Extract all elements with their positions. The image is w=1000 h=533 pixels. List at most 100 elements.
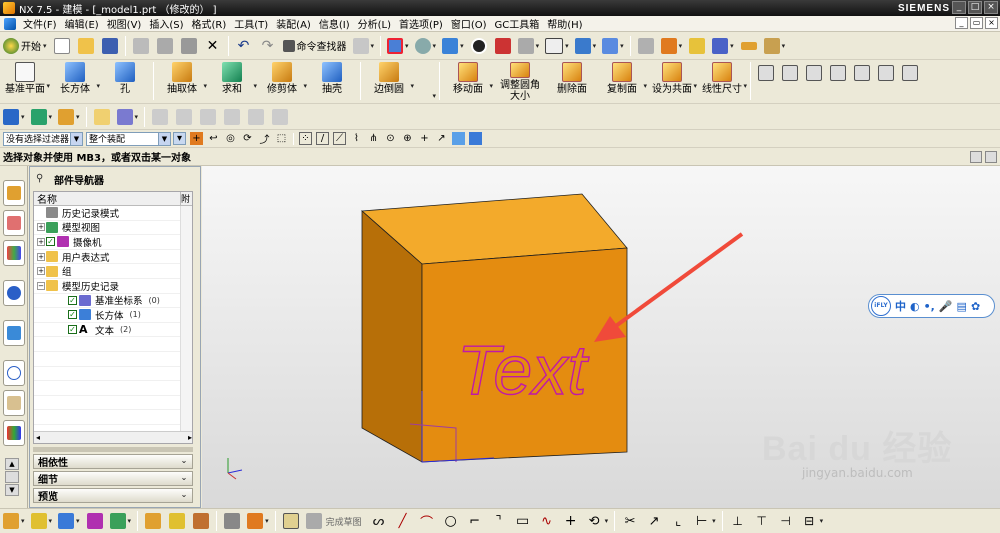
show-hide-button[interactable]: ▾ [351,35,377,57]
visibility-checkbox[interactable]: ✓ [68,325,77,335]
punctuation-icon[interactable]: •, [924,300,935,313]
settings-gear-icon[interactable]: ✿ [971,300,980,313]
scroll-left-icon[interactable]: ◂ [36,433,40,442]
reuse-library-tab[interactable] [3,280,25,306]
pick-icon[interactable]: ⤴ [258,132,271,146]
pin-icon[interactable]: ⚲ [36,173,48,185]
feature-tool-2-button[interactable]: ▾ [29,106,55,128]
part-navigator-tab[interactable] [3,240,25,266]
doc-minimize-button[interactable]: _ [955,17,968,29]
menu-edit[interactable]: 编辑(E) [61,16,103,31]
system-materials-tab[interactable] [3,390,25,416]
tree-horizontal-scrollbar[interactable]: ◂ ▸ [34,431,192,443]
moon-icon[interactable]: ◐ [910,300,920,313]
expand-toggle-icon[interactable]: − [37,281,45,290]
copy-button[interactable] [154,35,176,57]
part-tool-10-button[interactable]: ▾ [245,510,271,532]
trim-body-button[interactable]: 修剪体 ▾ [257,62,307,102]
arrow-icon[interactable]: ↩ [207,132,220,145]
resize-blend-button[interactable]: 调整圆角大小 [493,62,547,102]
constraint-1-button[interactable]: ⊥ [727,510,749,532]
part-tool-4-button[interactable] [84,510,106,532]
linear-dimension-button[interactable]: 线性尺寸 ▾ [697,62,747,102]
scroll-thumb[interactable] [5,471,19,483]
disabled-tool-5-button[interactable] [245,106,267,128]
graphics-window[interactable]: Text iFLY 中 ◐ •, 🎤 ▤ ✿ Bai du 经验 jingyan… [202,166,1000,508]
roles-tab[interactable] [3,420,25,446]
csys-button[interactable]: ▾ [659,35,685,57]
visibility-checkbox[interactable]: ✓ [46,237,55,247]
sync-tool-1-button[interactable] [755,62,777,84]
paste-button[interactable] [178,35,200,57]
start-button[interactable]: 开始 ▾ [1,35,49,57]
finish-sketch-button[interactable]: 完成草图 [304,510,366,532]
tree-row[interactable]: + ✓ 摄像机 [34,235,192,250]
dimension-button[interactable]: ⊢ ▾ [691,510,718,532]
visibility-checkbox[interactable]: ✓ [68,310,77,320]
menu-assembly[interactable]: 装配(A) [272,16,315,31]
menu-help[interactable]: 帮助(H) [543,16,586,31]
tree-row[interactable]: + 组 [34,264,192,279]
command-finder-button[interactable]: 命令查找器 [281,35,349,57]
chamfer-button[interactable]: ⌝ [488,510,510,532]
hd3d-tools-tab[interactable] [3,320,25,346]
part-tool-3-button[interactable]: ▾ [56,510,82,532]
feature-tool-1-button[interactable]: ▾ [1,106,27,128]
embossed-text[interactable]: Text [456,330,590,409]
midpoint-snap-icon[interactable]: / [316,132,329,145]
tree-row[interactable]: ✓ 长方体 (1) [34,308,192,323]
unite-button[interactable]: 求和 ▾ [207,62,257,102]
curve-snap-icon[interactable]: ⌇ [350,132,363,145]
circle-button[interactable]: ○ [440,510,462,532]
column-name-header[interactable]: 名称 [37,192,57,206]
menu-tools[interactable]: 工具(T) [230,16,272,31]
edit-tool-1-button[interactable] [91,106,113,128]
scroll-right-icon[interactable]: ▸ [188,433,192,442]
part-tool-9-button[interactable] [221,510,243,532]
studio-spline-button[interactable]: ∿ [536,510,558,532]
feature-tool-3-button[interactable]: ▾ [56,106,82,128]
expand-toggle-icon[interactable]: + [37,223,45,232]
offset-curve-button[interactable]: ⟲ ▾ [584,510,611,532]
history-tab[interactable] [3,360,25,386]
document-icon[interactable] [4,17,16,30]
sync-tool-4-button[interactable] [827,62,849,84]
wcs-button[interactable]: ▾ [573,35,599,57]
center-snap-icon[interactable]: ⊙ [384,132,397,145]
sync-tool-2-button[interactable] [779,62,801,84]
close-button[interactable]: × [984,1,998,14]
on-face-snap-icon[interactable] [452,132,465,145]
redo-button[interactable]: ↷ [257,35,279,57]
fillet-button[interactable]: ⌐ [464,510,486,532]
tree-row[interactable]: ✓ 基准坐标系 (0) [34,294,192,309]
sync-tool-3-button[interactable] [803,62,825,84]
quick-trim-button[interactable]: ✂ [619,510,641,532]
menu-analysis[interactable]: 分析(L) [354,16,395,31]
part-tool-2-button[interactable]: ▾ [29,510,55,532]
on-curve-snap-icon[interactable]: ↗ [435,132,448,145]
disabled-tool-1-button[interactable] [149,106,171,128]
chevron-down-icon[interactable]: ⌄ [178,456,190,467]
save-button[interactable] [99,35,121,57]
maximize-button[interactable]: □ [968,1,982,14]
orient-view-button[interactable]: ▾ [440,35,466,57]
make-coplanar-button[interactable]: 设为共面 ▾ [647,62,697,102]
column-2-header[interactable]: 附 [180,192,192,206]
body-filter-icon[interactable] [469,132,482,145]
sync-tool-7-button[interactable] [899,62,921,84]
sketch-button[interactable] [280,510,302,532]
chevron-down-icon[interactable]: ⌄ [178,473,190,484]
details-panel[interactable]: 细节 ⌄ [33,471,193,486]
quick-extend-button[interactable]: ↗ [643,510,665,532]
type-filter-select[interactable]: 没有选择过滤器 ▼ [3,131,83,146]
part-tool-5-button[interactable]: ▾ [108,510,134,532]
edit-tool-2-button[interactable]: ▾ [115,106,141,128]
constraint-navigator-tab[interactable] [3,210,25,236]
minimize-button[interactable]: _ [952,1,966,14]
sync-tool-5-button[interactable] [851,62,873,84]
menu-preferences[interactable]: 首选项(P) [395,16,447,31]
visibility-checkbox[interactable]: ✓ [68,295,77,305]
expand-toggle-icon[interactable]: + [37,252,45,261]
intersection-snap-icon[interactable]: ⋔ [367,132,380,145]
select-all-icon[interactable]: ◎ [224,132,237,145]
